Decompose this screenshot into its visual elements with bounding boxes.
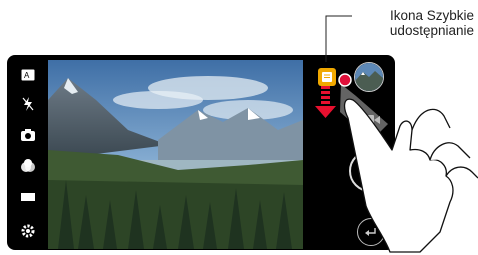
touch-point-icon <box>338 73 352 87</box>
callout-leader-line <box>325 15 352 62</box>
drag-down-arrow-icon <box>315 86 336 118</box>
annotation-overlay <box>315 15 478 253</box>
hand-illustration-icon <box>343 98 478 253</box>
